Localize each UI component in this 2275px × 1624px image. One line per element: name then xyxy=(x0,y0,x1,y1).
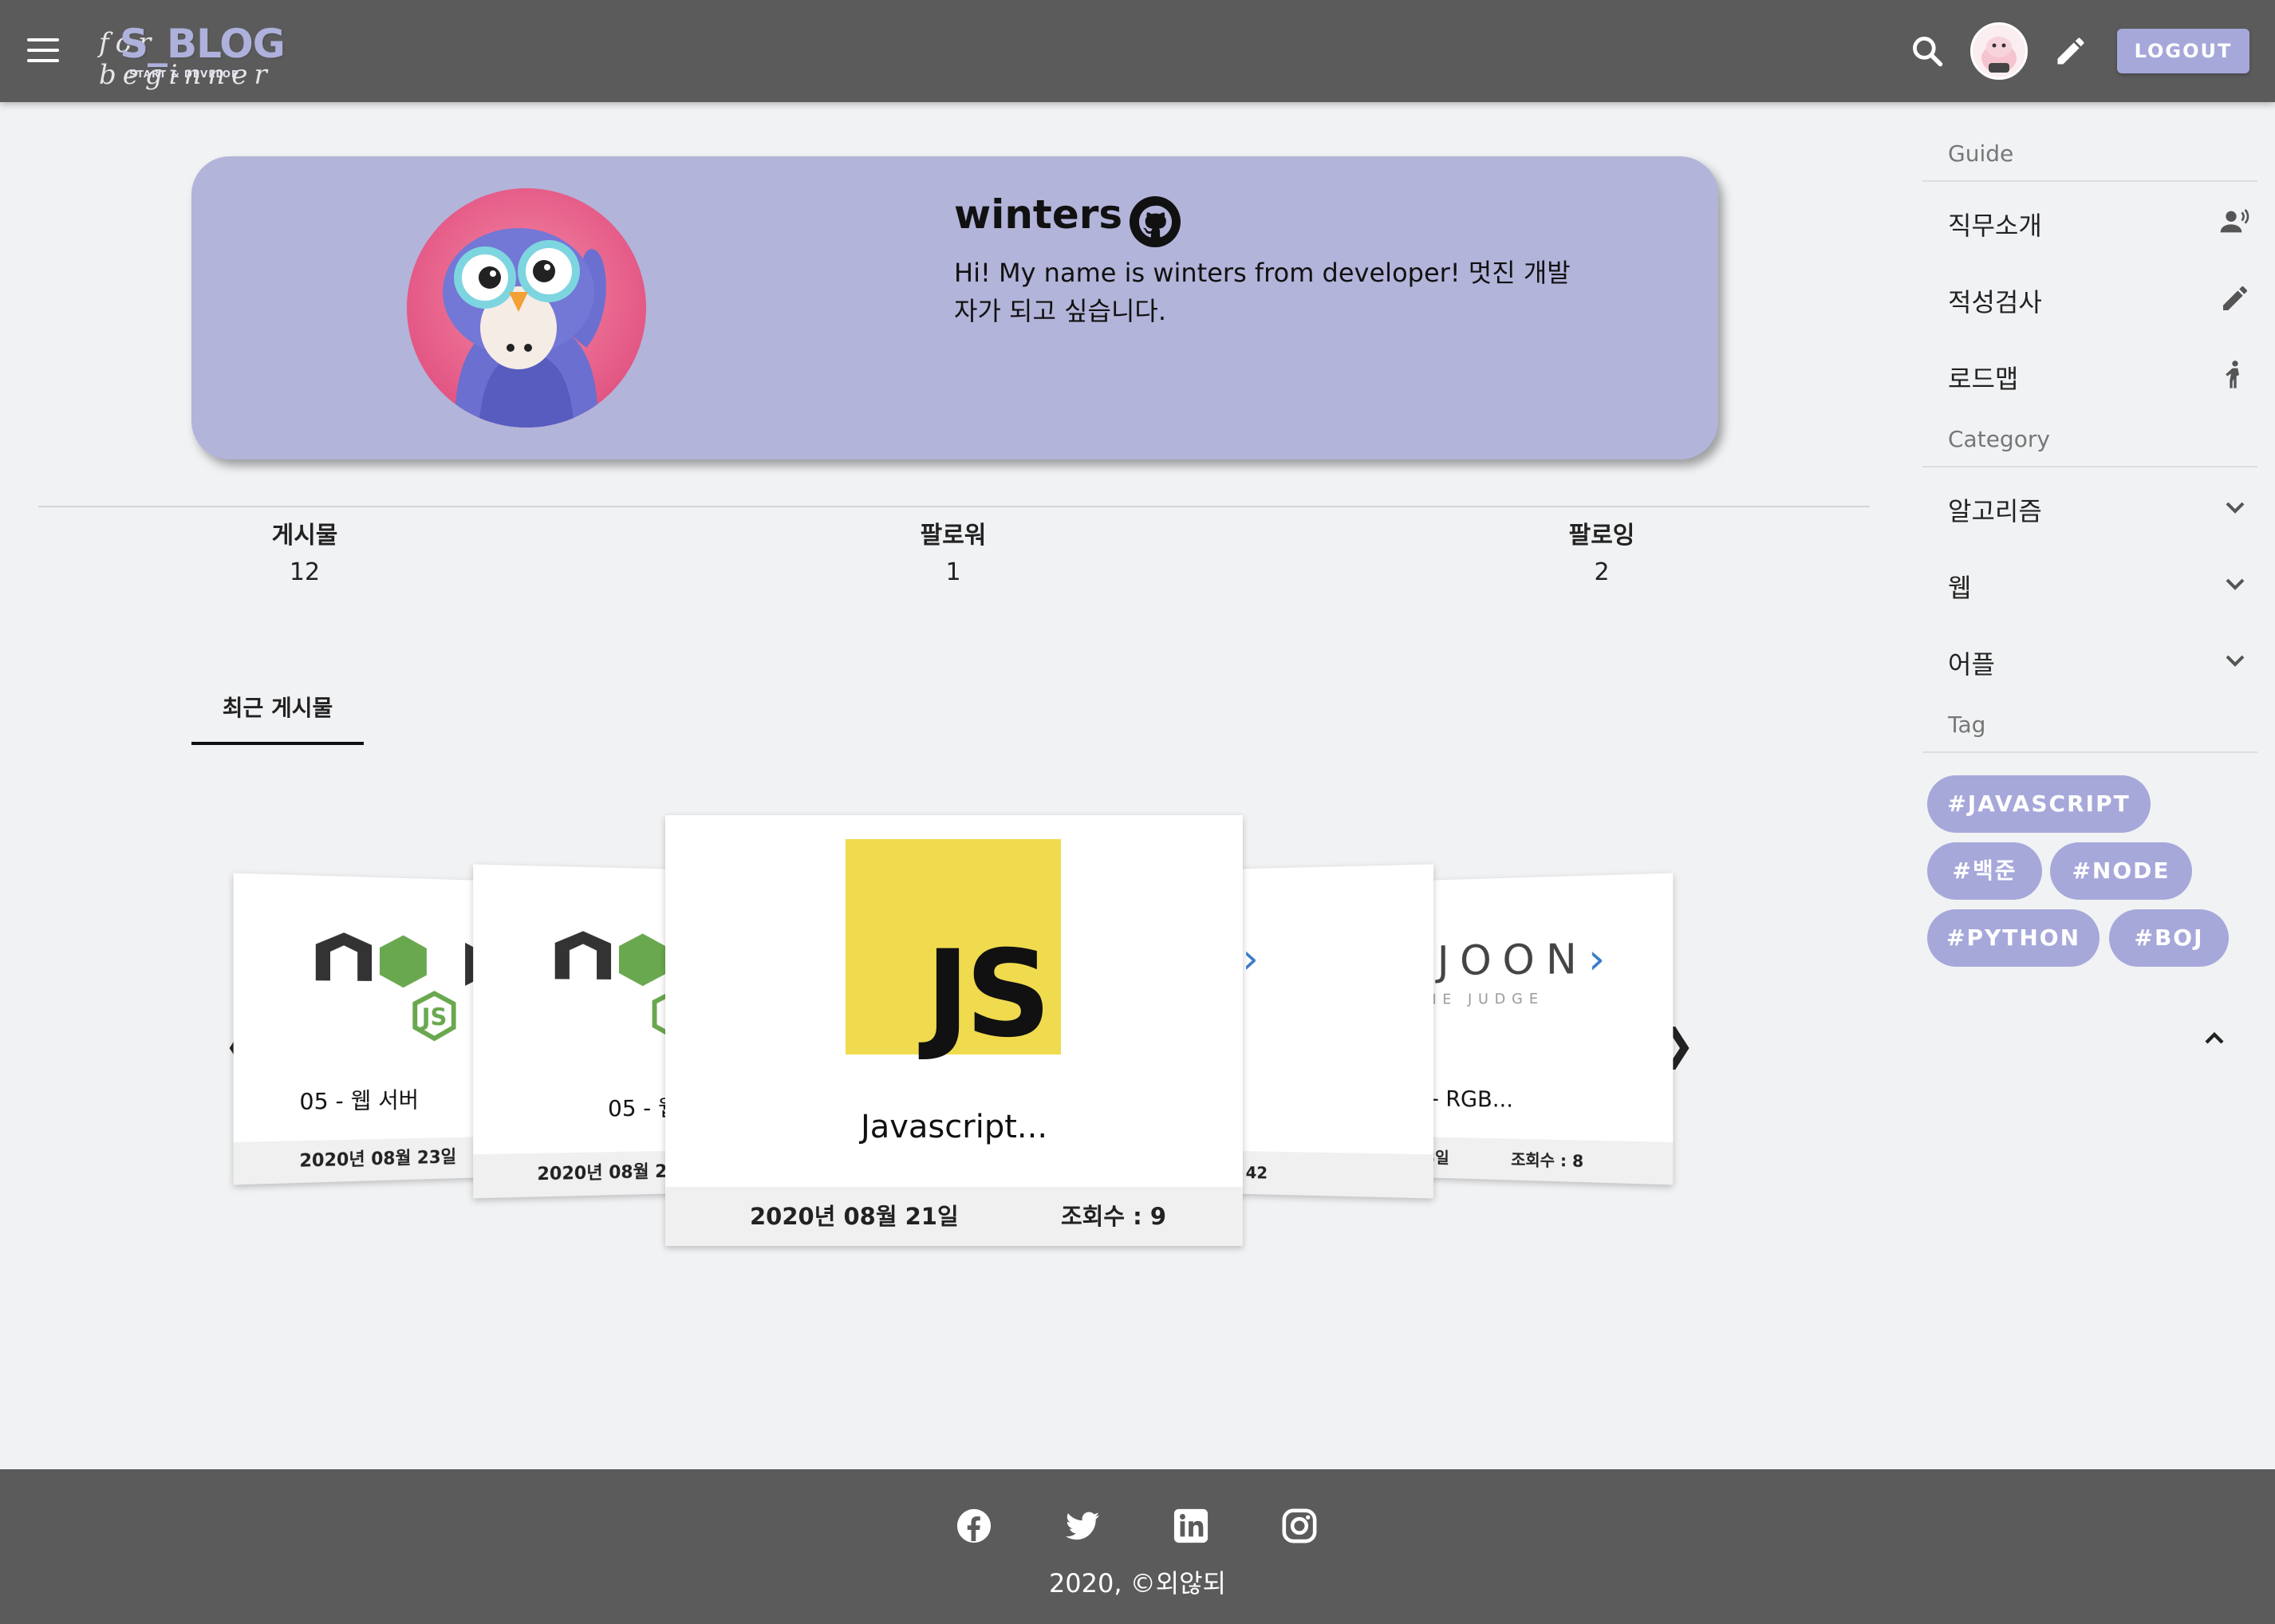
profile-card: winters Hi! My name is winters from deve… xyxy=(191,156,1718,459)
javascript-logo-icon: JS xyxy=(846,839,1061,1054)
instagram-icon[interactable] xyxy=(1281,1508,1318,1544)
post-card-date: 2020년 08월 20 xyxy=(537,1162,679,1185)
sidebar-item-label: 어플 xyxy=(1948,644,1995,681)
post-card-views: 조회수 : 9 xyxy=(1061,1187,1166,1246)
sidebar-section-guide: Guide xyxy=(1948,140,2013,167)
footer-copyright: 2020, ©외않되 xyxy=(0,1563,2275,1600)
stat-following-label: 팔로잉 xyxy=(1482,518,1721,554)
logo-sub-text: START & DEVELOP xyxy=(129,69,239,80)
site-logo[interactable]: for beginner S_BLOG START & DEVELOP xyxy=(94,16,254,88)
stat-posts: 게시물 12 xyxy=(185,518,424,592)
stat-following[interactable]: 팔로잉 2 xyxy=(1482,518,1721,592)
sidebar-divider xyxy=(1922,466,2257,467)
tag-python[interactable]: #PYTHON xyxy=(1927,909,2100,967)
post-card-date: 2020년 08월 21일 xyxy=(750,1187,959,1246)
tag-boj[interactable]: #BOJ xyxy=(2109,909,2229,967)
sidebar-item-label: 웹 xyxy=(1948,568,1971,605)
sidebar-item-algorithm[interactable]: 알고리즘 xyxy=(1948,475,2251,539)
post-card-title: Javascript... xyxy=(665,1109,1243,1145)
stat-followers-label: 팔로워 xyxy=(834,518,1073,554)
baekjoon-subtitle-icon: NE JUDGE xyxy=(1426,991,1544,1008)
sidebar-divider xyxy=(1922,751,2257,753)
write-pencil-icon[interactable] xyxy=(2053,34,2088,69)
tag-baekjoon[interactable]: #백준 xyxy=(1927,842,2042,900)
chevron-down-icon xyxy=(2219,491,2251,523)
sidebar-section-category: Category xyxy=(1948,426,2050,452)
sidebar-item-label: 로드맵 xyxy=(1948,359,2018,396)
walking-person-icon xyxy=(2219,359,2251,391)
linkedin-icon[interactable] xyxy=(1173,1508,1209,1544)
chevron-up-icon[interactable] xyxy=(2198,1023,2230,1054)
sidebar-item-job-intro[interactable]: 직무소개 xyxy=(1948,190,2251,254)
sidebar-section-tag: Tag xyxy=(1948,711,1985,738)
baekjoon-logo-icon: ‹JOON› xyxy=(1411,935,1617,985)
post-card-footer: 2020년 08월 21일 조회수 : 9 xyxy=(665,1187,1243,1246)
user-avatar[interactable] xyxy=(1970,22,2028,80)
person-voice-icon xyxy=(2219,206,2251,238)
hamburger-menu-icon[interactable] xyxy=(27,38,59,64)
github-icon[interactable] xyxy=(1130,196,1181,247)
stat-posts-value: 12 xyxy=(185,554,424,592)
sidebar-item-label: 직무소개 xyxy=(1948,206,2042,242)
post-card-title: 9 - RGB... xyxy=(1411,1085,1674,1115)
top-app-bar: for beginner S_BLOG START & DEVELOP LOGO… xyxy=(0,0,2275,102)
profile-avatar xyxy=(407,188,646,428)
sidebar-item-label: 알고리즘 xyxy=(1948,491,2042,528)
facebook-icon[interactable] xyxy=(956,1508,992,1544)
post-card-active[interactable]: JS Javascript... 2020년 08월 21일 조회수 : 9 xyxy=(665,815,1243,1246)
twitter-icon[interactable] xyxy=(1064,1508,1101,1544)
avatar-character-icon xyxy=(1973,25,2025,77)
stat-posts-label: 게시물 xyxy=(185,518,424,554)
sidebar-item-roadmap[interactable]: 로드맵 xyxy=(1948,343,2251,407)
section-divider xyxy=(38,506,1870,507)
sidebar-item-app[interactable]: 어플 xyxy=(1948,629,2251,692)
tag-javascript[interactable]: #JAVASCRIPT xyxy=(1927,775,2151,833)
stat-following-value: 2 xyxy=(1482,554,1721,592)
search-icon[interactable] xyxy=(1910,34,1945,69)
chevron-down-icon xyxy=(2219,568,2251,600)
profile-name: winters xyxy=(954,191,1122,238)
stat-followers[interactable]: 팔로워 1 xyxy=(834,518,1073,592)
post-card-date: 2020년 08월 23일 xyxy=(299,1148,456,1172)
logo-main-text: S_BLOG xyxy=(120,21,285,67)
tag-node[interactable]: #NODE xyxy=(2050,842,2192,900)
sidebar-item-aptitude-test[interactable]: 적성검사 xyxy=(1948,266,2251,330)
post-card-views: 조회수 : 8 xyxy=(1511,1139,1583,1183)
tab-recent-posts[interactable]: 최근 게시물 xyxy=(191,688,364,745)
sidebar-item-label: 적성검사 xyxy=(1948,282,2042,319)
recent-posts-carousel: ❮ ❯ JS 05 - 웹 서버 2020년 08월 23일 ‹JOON› NE… xyxy=(223,806,1683,1284)
chevron-down-icon xyxy=(2219,644,2251,676)
profile-bio: Hi! My name is winters from developer! 멋… xyxy=(954,254,1592,330)
sidebar-item-web[interactable]: 웹 xyxy=(1948,552,2251,616)
sidebar-divider xyxy=(1922,180,2257,182)
svg-text:JS: JS xyxy=(420,1004,448,1031)
stat-followers-value: 1 xyxy=(834,554,1073,592)
pencil-icon xyxy=(2219,282,2251,314)
footer: 2020, ©외않되 xyxy=(0,1469,2275,1624)
logout-button[interactable]: LOGOUT xyxy=(2117,29,2249,73)
owl-character-icon xyxy=(407,188,646,428)
